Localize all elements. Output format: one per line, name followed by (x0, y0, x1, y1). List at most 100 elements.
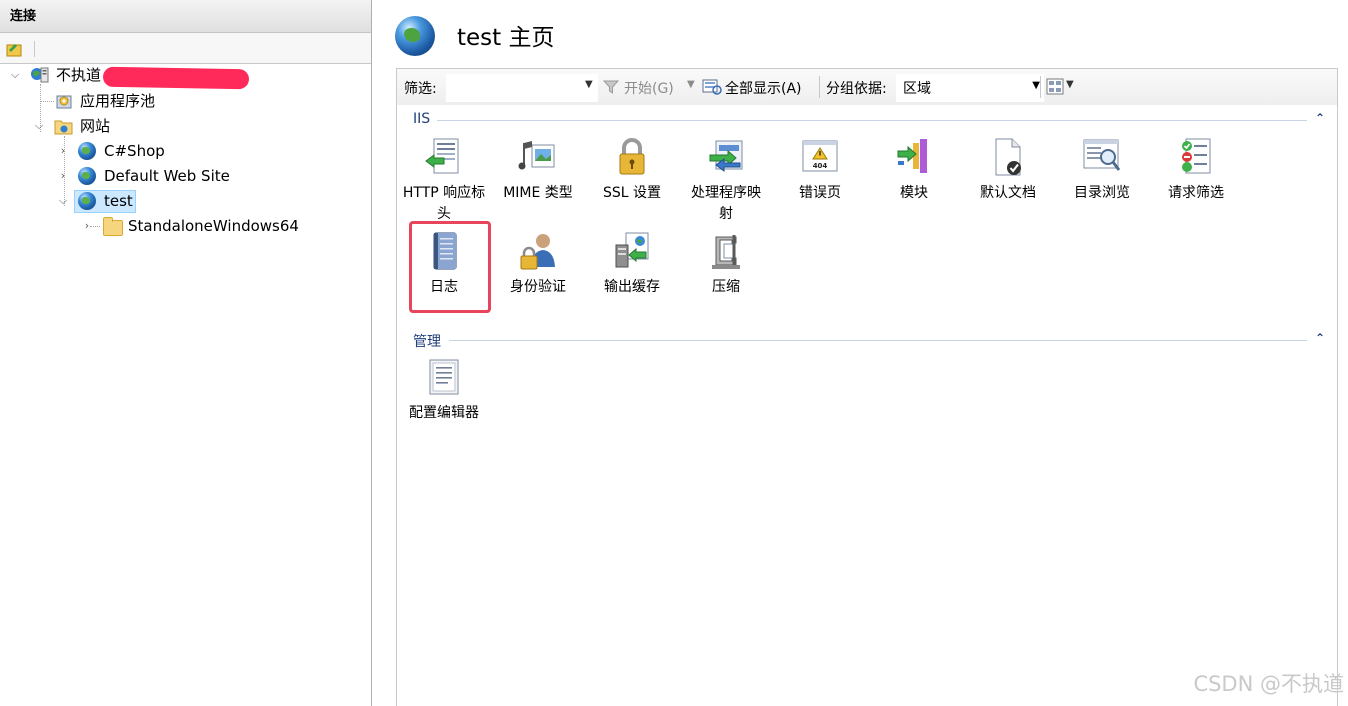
server-icon (31, 67, 49, 83)
feature-label: MIME 类型 (503, 185, 573, 201)
directory-browsing-icon (1083, 139, 1121, 171)
folder-icon (103, 217, 123, 236)
logging-highlight-box (409, 221, 491, 313)
error-pages-icon: 404 (802, 140, 838, 172)
default-document-icon (995, 138, 1021, 176)
feature-label: 处理程序映射 (691, 185, 761, 222)
toolbar-separator (34, 41, 35, 57)
group-by-caret-icon: ▼ (1032, 80, 1040, 91)
funnel-icon (603, 80, 619, 94)
sites-folder-icon (54, 120, 73, 135)
tree-item-app-pools[interactable]: 应用程序池 (0, 90, 370, 112)
features-content: IIS ⌃ HTTP 响应标头 MIME 类型 SSL 设置 处理程序映 射 4… (396, 105, 1338, 706)
http-headers-icon (425, 138, 459, 174)
tree-label-sites: 网站 (80, 117, 111, 135)
tree-label-default-site: Default Web Site (104, 167, 230, 185)
filter-label: 筛选: (404, 81, 437, 97)
filter-separator (1040, 76, 1041, 98)
feature-label: 输出缓存 (604, 279, 660, 295)
filter-dropdown-caret-icon[interactable]: ▼ (585, 79, 593, 90)
compression-clamp-icon (712, 235, 740, 269)
globe-icon (78, 167, 96, 185)
authentication-icon (520, 234, 555, 270)
tree-item-site-cshop[interactable]: › C#Shop (0, 140, 370, 162)
chevron-right-icon[interactable]: › (82, 215, 92, 237)
configuration-editor-icon (429, 359, 459, 395)
feature-error-pages[interactable]: 404 错误页 (773, 137, 867, 204)
tree-label-app-pools: 应用程序池 (80, 92, 156, 110)
feature-default-document[interactable]: 默认文档 (961, 137, 1055, 204)
feature-http-headers[interactable]: HTTP 响应标头 (397, 137, 491, 225)
show-all-button[interactable]: 全部显示(A) (725, 78, 802, 98)
request-filtering-icon (1182, 138, 1211, 174)
group-by-select[interactable]: 区域 ▼ (896, 74, 1044, 102)
chevron-down-icon[interactable]: ⌵ (58, 190, 68, 212)
chevron-down-icon[interactable]: ⌵ (10, 64, 20, 86)
connect-icon[interactable] (6, 41, 24, 57)
feature-label: SSL 设置 (602, 185, 662, 201)
feature-label: HTTP 响应标头 (402, 185, 486, 222)
feature-output-caching[interactable]: 输出缓存 (585, 231, 679, 298)
redaction-mark (102, 66, 250, 90)
tree-label-server: 不执道 (56, 66, 102, 84)
feature-label: 请求筛选 (1168, 185, 1224, 201)
mime-types-icon (518, 141, 555, 170)
group-by-label: 分组依据: (826, 81, 887, 97)
app-pool-icon (56, 95, 72, 109)
chevron-down-icon[interactable]: ⌵ (34, 115, 44, 137)
connections-header: 连接 (0, 0, 371, 33)
svg-text:404: 404 (813, 162, 828, 170)
tree-item-sites[interactable]: ⌵ 网站 (0, 115, 370, 137)
feature-authentication[interactable]: 身份验证 (491, 231, 585, 298)
chevron-right-icon[interactable]: › (58, 140, 68, 162)
group-divider (449, 340, 1307, 341)
feature-handler-mappings[interactable]: 处理程序映射 (679, 137, 773, 225)
feature-label: 压缩 (712, 279, 740, 295)
feature-modules[interactable]: 模块 (867, 137, 961, 204)
feature-label: 目录浏览 (1074, 185, 1130, 201)
page-title: test 主页 (457, 25, 555, 51)
feature-label: 模块 (900, 185, 928, 201)
tree-label-standalone: StandaloneWindows64 (128, 217, 299, 235)
feature-label: 默认文档 (980, 185, 1036, 201)
site-globe-icon (395, 16, 435, 56)
filter-separator (819, 76, 820, 98)
group-divider (437, 120, 1307, 121)
feature-compression[interactable]: 压缩 (679, 231, 773, 298)
group-by-value: 区域 (903, 81, 931, 97)
handler-mappings-icon (709, 140, 743, 172)
watermark: CSDN @不执道 (1193, 672, 1344, 696)
feature-label: 错误页 (799, 185, 841, 201)
group-header-iis: IIS (413, 111, 431, 127)
start-button[interactable]: 开始(G) (624, 78, 674, 98)
tree-label-test: test (104, 192, 133, 210)
tree-item-folder-standalone[interactable]: › StandaloneWindows64 (0, 215, 370, 237)
show-all-icon (702, 79, 722, 95)
collapse-chevron-icon[interactable]: ⌃ (1315, 331, 1325, 345)
feature-ssl-settings[interactable]: SSL 设置 (585, 137, 679, 204)
start-dropdown-caret-icon[interactable]: ▼ (687, 79, 695, 90)
tree-item-site-test[interactable]: ⌵ test (0, 190, 370, 213)
feature-request-filtering[interactable]: 请求筛选 (1149, 137, 1243, 204)
view-toggle-icon[interactable] (1046, 78, 1064, 95)
chevron-right-icon[interactable]: › (58, 165, 68, 187)
tree-label-cshop: C#Shop (104, 142, 165, 160)
filter-input[interactable] (446, 74, 598, 102)
output-caching-icon (615, 232, 649, 268)
feature-label: 配置编辑器 (409, 405, 479, 421)
connections-pane: 连接 ⌵ 不执道 应用程序池 ⌵ 网站 › C#Shop › Default W… (0, 0, 372, 706)
feature-directory-browsing[interactable]: 目录浏览 (1055, 137, 1149, 204)
features-pane: test 主页 筛选: ▼ 开始(G) ▼ 全部显示(A) 分组依据: 区域 ▼ (379, 0, 1348, 706)
globe-icon (78, 192, 96, 210)
filter-bar: 筛选: ▼ 开始(G) ▼ 全部显示(A) 分组依据: 区域 ▼ ▼ (396, 68, 1338, 106)
lock-icon (619, 138, 645, 175)
feature-label: 身份验证 (510, 279, 566, 295)
feature-configuration-editor[interactable]: 配置编辑器 (397, 357, 491, 424)
modules-icon (897, 139, 927, 173)
feature-mime-types[interactable]: MIME 类型 (491, 137, 585, 204)
globe-icon (78, 142, 96, 160)
tree-item-site-default[interactable]: › Default Web Site (0, 165, 370, 187)
group-header-management: 管理 (413, 334, 441, 350)
collapse-chevron-icon[interactable]: ⌃ (1315, 111, 1325, 125)
view-dropdown-caret-icon[interactable]: ▼ (1066, 79, 1074, 90)
